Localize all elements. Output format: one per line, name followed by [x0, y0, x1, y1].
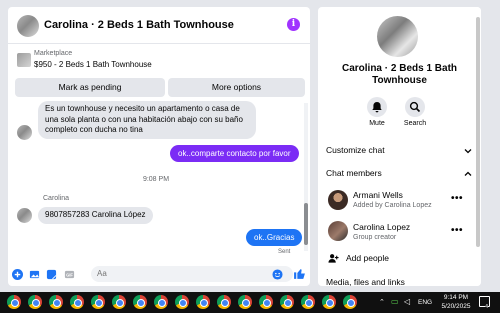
- member-name[interactable]: Armani Wells: [353, 190, 403, 200]
- volume-icon[interactable]: ◁: [404, 297, 410, 306]
- chrome-icon[interactable]: [217, 295, 231, 309]
- more-options-button[interactable]: More options: [168, 78, 305, 97]
- emoji-icon[interactable]: [272, 269, 283, 280]
- add-people-row[interactable]: Add people: [328, 252, 477, 266]
- add-people-label: Add people: [346, 253, 390, 263]
- chrome-icon[interactable]: [238, 295, 252, 309]
- chat-members-row[interactable]: Chat members: [326, 168, 475, 182]
- member-more-button[interactable]: •••: [451, 225, 463, 236]
- clock-time[interactable]: 9:14 PM: [441, 294, 471, 301]
- chrome-icon[interactable]: [70, 295, 84, 309]
- chrome-icon[interactable]: [322, 295, 336, 309]
- clock-date[interactable]: 5/20/2025: [440, 303, 472, 310]
- message-scroll-thumb[interactable]: [304, 203, 308, 245]
- member-subtitle: Group creator: [353, 234, 397, 241]
- gif-icon[interactable]: GIF: [64, 269, 75, 280]
- message-status: Sent: [278, 249, 291, 255]
- image-icon[interactable]: [29, 269, 40, 280]
- message-bubble-incoming: 9807857283 Carolina López: [38, 207, 153, 224]
- listing-thumbnail[interactable]: [17, 53, 31, 67]
- search-button[interactable]: [405, 97, 425, 117]
- member-avatar[interactable]: [328, 190, 348, 210]
- customize-chat-label: Customize chat: [326, 145, 385, 155]
- message-bubble-outgoing: ok..Gracias: [246, 229, 303, 246]
- chrome-icon[interactable]: [49, 295, 63, 309]
- customize-chat-row[interactable]: Customize chat: [326, 145, 475, 159]
- member-more-button[interactable]: •••: [451, 193, 463, 204]
- message-bubble-outgoing: ok..comparte contacto por favor: [170, 145, 299, 162]
- chat-title[interactable]: Carolina · 2 Beds 1 Bath Townhouse: [44, 19, 234, 31]
- plus-icon[interactable]: [12, 269, 23, 280]
- sticker-icon[interactable]: [46, 269, 57, 280]
- chrome-icon[interactable]: [7, 295, 21, 309]
- search-label: Search: [403, 120, 427, 127]
- info-title-text: Carolina · 2 Beds 1 Bath Townhouse: [341, 63, 458, 86]
- chat-panel: Carolina · 2 Beds 1 Bath Townhouse i Mar…: [8, 7, 310, 286]
- chrome-icon[interactable]: [343, 295, 357, 309]
- chat-avatar[interactable]: [17, 15, 39, 37]
- notification-count: 4: [485, 304, 489, 310]
- mark-pending-button[interactable]: Mark as pending: [15, 78, 165, 97]
- info-panel: Carolina · 2 Beds 1 Bath Townhouse Mute …: [318, 7, 481, 286]
- info-scroll-thumb[interactable]: [476, 17, 480, 247]
- bell-icon: [372, 102, 382, 113]
- message-list: Es un townhouse y necesito un apartament…: [8, 99, 310, 263]
- composer: GIF: [8, 263, 310, 286]
- listing-title[interactable]: $950 - 2 Beds 1 Bath Townhouse: [34, 60, 152, 69]
- chrome-icon[interactable]: [91, 295, 105, 309]
- sender-name: Carolina: [43, 195, 70, 202]
- chrome-icon[interactable]: [196, 295, 210, 309]
- media-files-label: Media, files and links: [326, 277, 405, 286]
- chrome-icon[interactable]: [28, 295, 42, 309]
- message-bubble-incoming: Es un townhouse y necesito un apartament…: [38, 101, 256, 139]
- svg-text:GIF: GIF: [66, 272, 73, 277]
- sender-avatar[interactable]: [17, 208, 32, 223]
- chrome-icon[interactable]: [175, 295, 189, 309]
- marketplace-label: Marketplace: [34, 50, 73, 57]
- info-icon[interactable]: i: [287, 18, 300, 31]
- thumbs-up-icon[interactable]: [293, 267, 306, 280]
- message-timestamp: 9:08 PM: [142, 176, 170, 183]
- sender-avatar[interactable]: [17, 125, 32, 140]
- media-files-row[interactable]: Media, files and links: [326, 277, 475, 286]
- taskbar: ⌃ ▭ ◁ ENG 9:14 PM 5/20/2025 4: [0, 292, 500, 313]
- language-indicator[interactable]: ENG: [418, 299, 432, 306]
- chat-header: Carolina · 2 Beds 1 Bath Townhouse i: [8, 7, 310, 44]
- chrome-icon[interactable]: [280, 295, 294, 309]
- chrome-icon[interactable]: [301, 295, 315, 309]
- chevron-down-icon: [464, 149, 472, 154]
- group-avatar[interactable]: [377, 16, 418, 57]
- chevron-up-icon: [464, 171, 472, 176]
- member-subtitle: Added by Carolina Lopez: [353, 202, 432, 209]
- mute-label: Mute: [369, 120, 385, 127]
- marketplace-block: Marketplace $950 - 2 Beds 1 Bath Townhou…: [8, 45, 310, 99]
- chrome-icon[interactable]: [112, 295, 126, 309]
- info-title: Carolina · 2 Beds 1 Bath Townhouse: [318, 63, 481, 87]
- mute-button[interactable]: [367, 97, 387, 117]
- add-person-icon: [328, 254, 339, 263]
- chrome-icon[interactable]: [133, 295, 147, 309]
- member-name[interactable]: Carolina Lopez: [353, 222, 410, 232]
- battery-icon[interactable]: ▭: [391, 297, 399, 306]
- chrome-icon[interactable]: [154, 295, 168, 309]
- search-icon: [409, 101, 421, 113]
- message-input[interactable]: [91, 266, 293, 282]
- chrome-icon[interactable]: [259, 295, 273, 309]
- chevron-up-icon[interactable]: ⌃: [379, 298, 385, 306]
- member-avatar[interactable]: [328, 221, 348, 241]
- chat-members-label: Chat members: [326, 168, 382, 178]
